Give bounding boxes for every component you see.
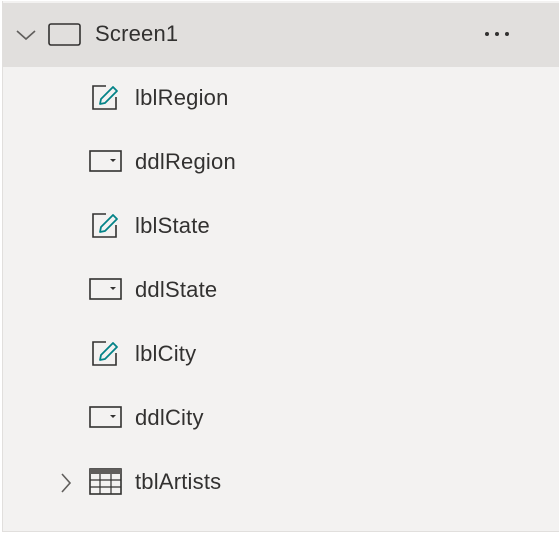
tree-node-lblregion[interactable]: lblRegion [3, 67, 559, 131]
tree-node-label: lblState [135, 213, 210, 238]
dropdown-icon [89, 406, 122, 428]
tree-node-lblstate[interactable]: lblState [3, 195, 559, 259]
tree-node-lblcity[interactable]: lblCity [3, 323, 559, 387]
tree-node-label: lblRegion [135, 85, 229, 110]
tree-node-label: ddlRegion [135, 149, 236, 174]
tree-node-label: ddlCity [135, 405, 204, 430]
label-edit-icon [92, 85, 118, 110]
screen-icon [48, 23, 81, 46]
tree-node-ddlregion[interactable]: ddlRegion [3, 131, 559, 195]
tree-node-tblartists[interactable]: tblArtists [3, 451, 559, 515]
tree-node-screen1[interactable]: Screen1 [3, 3, 559, 67]
tree-node-label: ddlState [135, 277, 218, 302]
dropdown-icon [89, 278, 122, 300]
tree-node-ddlcity[interactable]: ddlCity [3, 387, 559, 451]
more-options-icon[interactable] [483, 29, 517, 39]
label-edit-icon [92, 213, 118, 238]
table-icon [89, 468, 122, 495]
label-edit-icon [92, 341, 118, 366]
chevron-down-icon[interactable] [15, 28, 37, 42]
tree-node-label: Screen1 [95, 21, 179, 46]
tree-view-panel: Screen1 lblRegion ddlRegion lblState ddl… [2, 1, 559, 532]
chevron-right-icon[interactable] [59, 472, 73, 494]
tree-node-label: tblArtists [135, 469, 222, 494]
dropdown-icon [89, 150, 122, 172]
tree-node-ddlstate[interactable]: ddlState [3, 259, 559, 323]
tree-node-label: lblCity [135, 341, 197, 366]
